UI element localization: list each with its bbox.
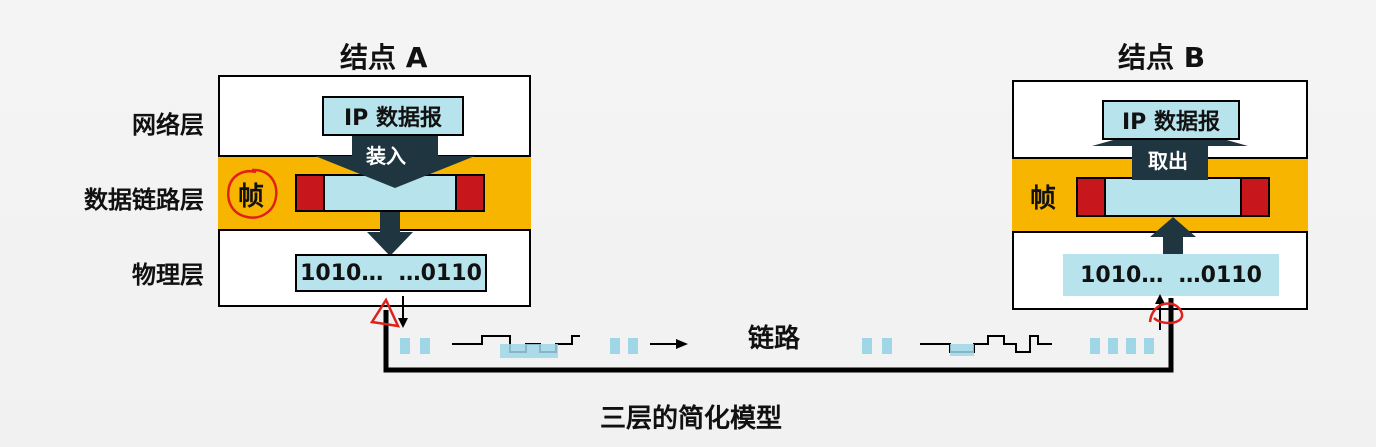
- waveform-fill: [500, 344, 558, 358]
- bit-block: [1144, 338, 1154, 354]
- waveform-fill: [950, 344, 974, 356]
- link-label: 链路: [748, 324, 801, 354]
- bit-block: [610, 338, 620, 354]
- bit-block: [1126, 338, 1136, 354]
- bit-block: [1108, 338, 1118, 354]
- bit-block: [1090, 338, 1100, 354]
- bit-block: [862, 338, 872, 354]
- bit-block: [628, 338, 638, 354]
- figure-caption: 三层的简化模型: [600, 404, 783, 434]
- link-line: [369, 294, 1184, 373]
- bit-block: [882, 338, 892, 354]
- bit-block: [420, 338, 430, 354]
- bit-block: [400, 338, 410, 354]
